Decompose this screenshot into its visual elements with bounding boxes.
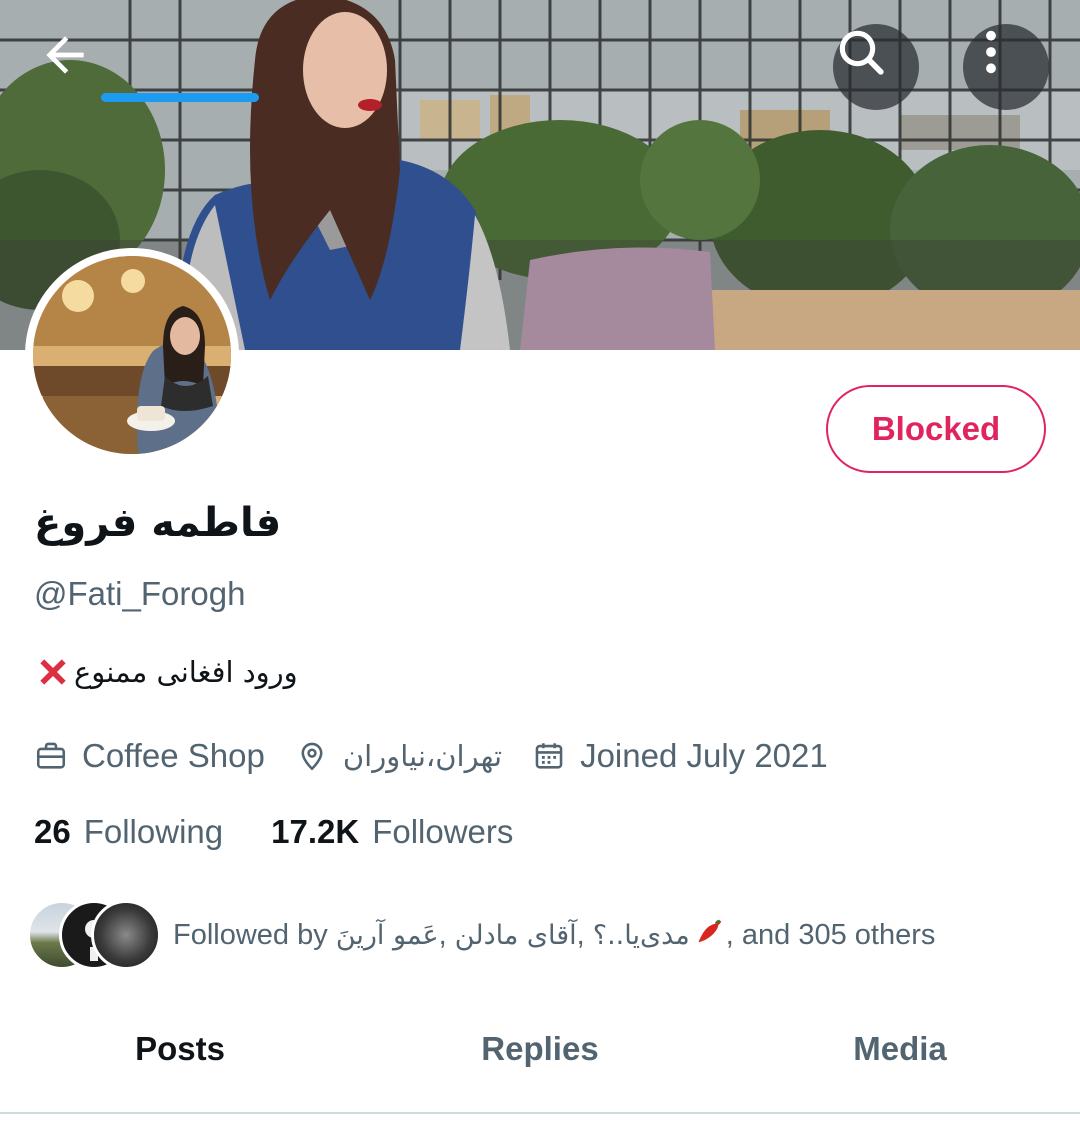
followers-you-know[interactable]: Followed by عَمو آرینَ , آقای مادلن , مد… — [27, 899, 935, 971]
tabs-divider — [0, 1112, 1080, 1114]
follow-stats: 26 Following 17.2K Followers — [34, 813, 513, 851]
briefcase-icon — [36, 742, 66, 769]
profile-joined: Joined July 2021 — [532, 737, 828, 775]
followers-count: 17.2K — [271, 813, 360, 850]
arrow-left-icon — [46, 36, 84, 74]
profile-meta: Coffee Shop تهران،نیاوران Joined July 20… — [34, 733, 828, 779]
following-count: 26 — [34, 813, 71, 850]
cross-mark-icon — [40, 659, 66, 685]
followers-label: Followers — [372, 813, 514, 850]
profile-location-text: تهران،نیاوران — [342, 739, 503, 773]
avatar — [91, 900, 161, 970]
follower-name-2: آقای مادلن — [454, 919, 577, 951]
bio-text: ورود افغانی ممنوع — [74, 655, 298, 689]
more-vertical-icon — [986, 30, 996, 74]
followers-link[interactable]: 17.2K Followers — [271, 813, 513, 851]
profile-joined-text: Joined July 2021 — [580, 737, 828, 774]
chili-pepper-icon — [696, 916, 726, 954]
avatar-image — [33, 256, 231, 454]
tab-replies[interactable]: Replies — [360, 1010, 720, 1112]
mutual-avatars — [27, 899, 161, 971]
followed-by-prefix: Followed by — [173, 918, 328, 951]
more-options-button[interactable] — [963, 24, 1049, 110]
display-name: فاطمه فروغ — [34, 500, 282, 546]
user-handle: @Fati_Forogh — [34, 575, 246, 612]
blocked-button[interactable]: Blocked — [826, 385, 1046, 473]
profile-tabs: Posts Replies Media — [0, 1010, 1080, 1112]
followed-by-suffix: , and 305 others — [725, 918, 936, 951]
following-label: Following — [83, 813, 224, 850]
profile-avatar[interactable] — [25, 248, 239, 462]
search-icon — [839, 30, 884, 75]
tab-media[interactable]: Media — [720, 1010, 1080, 1112]
tab-posts[interactable]: Posts — [0, 1010, 360, 1112]
search-button[interactable] — [833, 24, 919, 110]
following-link[interactable]: 26 Following — [34, 813, 223, 851]
followed-by-text: Followed by عَمو آرینَ , آقای مادلن , مد… — [173, 916, 935, 954]
location-pin-icon — [301, 742, 323, 771]
profile-category-text: Coffee Shop — [82, 737, 265, 774]
calendar-icon — [535, 743, 563, 769]
profile-category: Coffee Shop — [34, 737, 265, 775]
follower-name-3: مدی‌یا..؟ — [592, 919, 690, 951]
profile-location: تهران،نیاوران — [295, 739, 502, 773]
active-tab-indicator — [101, 93, 259, 102]
bio: ورود افغانی ممنوع — [34, 653, 298, 691]
follower-name-1: عَمو آرینَ — [335, 919, 439, 951]
